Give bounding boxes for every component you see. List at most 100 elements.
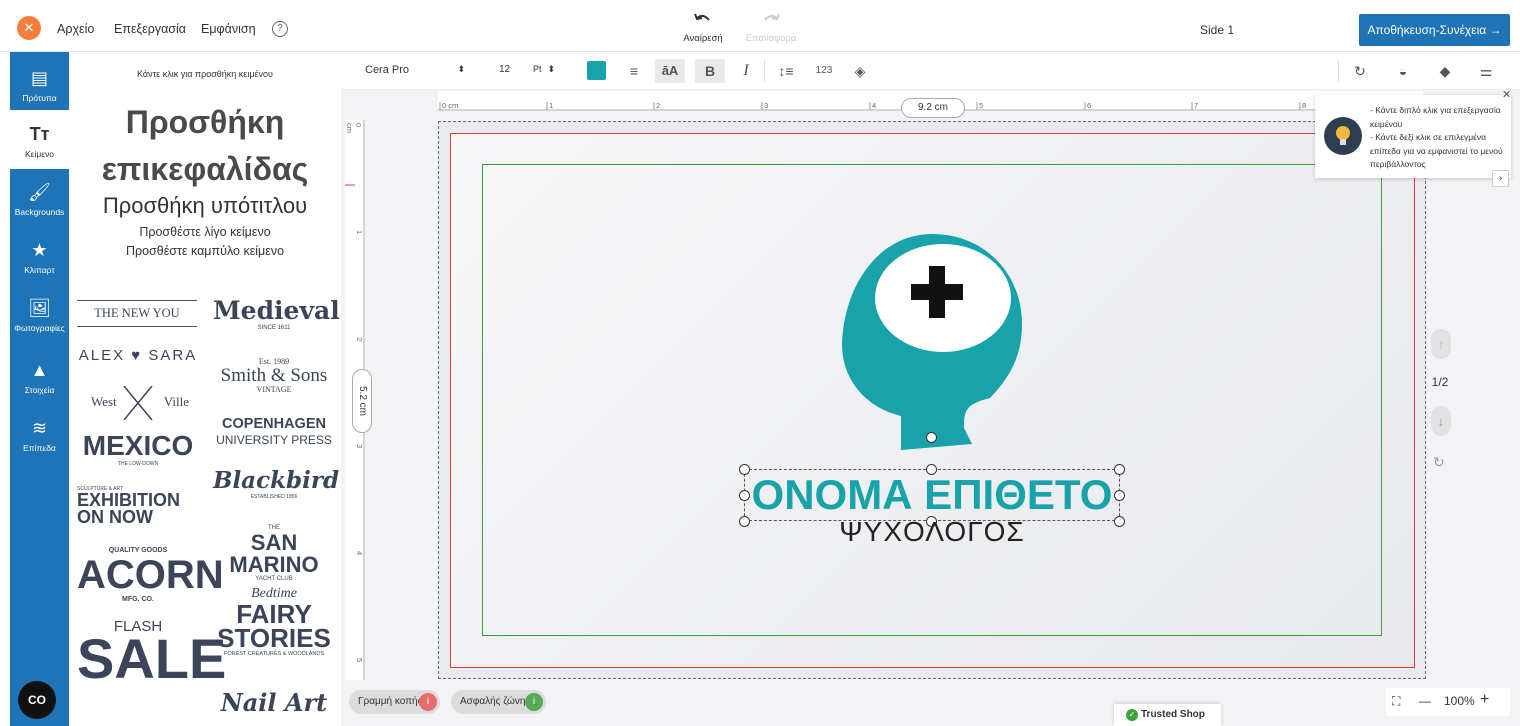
add-subtitle-button[interactable]: Προσθήκη υπότιτλου	[69, 193, 341, 219]
safe-zone-toggle[interactable]: Ασφαλής ζώνη i	[451, 690, 546, 714]
font-family-select[interactable]: Cera Pro ⬍	[365, 64, 465, 76]
line-height-icon[interactable]: ↕≡	[771, 59, 801, 83]
text-template-alex-sara[interactable]: ALEX ♥ SARA	[77, 347, 199, 364]
italic-icon[interactable]: I	[731, 59, 761, 83]
text-case-icon[interactable]: āA	[655, 59, 685, 83]
sidebar-item-elements[interactable]: ▲ Στοιχεία	[10, 358, 69, 404]
safe-zone-label: Ασφαλής ζώνη	[460, 696, 526, 707]
head-cross-logo[interactable]	[840, 232, 1025, 454]
sidebar-item-backgrounds[interactable]: 🖌 Backgrounds	[10, 178, 69, 228]
opacity-icon[interactable]: ◒	[1388, 59, 1418, 83]
text-template-medieval[interactable]: Medieval SINCE 1611	[213, 296, 340, 331]
sidebar-item-layers[interactable]: ≋ Επίπεδα	[10, 416, 69, 462]
sidebar-item-label: Επίπεδα	[23, 443, 56, 453]
letter-spacing-icon[interactable]: 123	[809, 59, 839, 83]
zoom-in-button[interactable]: +	[1480, 691, 1489, 709]
chevron-right-icon[interactable]: ›	[1492, 170, 1509, 187]
resize-handle-l[interactable]	[739, 490, 750, 501]
layers-arrange-icon[interactable]: ◆	[1430, 59, 1460, 83]
text-template-fairy-stories[interactable]: Bedtime FAIRY STORIES FOREST CREATURES &…	[213, 586, 335, 658]
add-heading-button[interactable]: Προσθήκη επικεφαλίδας	[69, 99, 341, 193]
help-icon[interactable]: ?	[272, 21, 288, 37]
star-icon: ★	[31, 240, 48, 260]
sidebar-item-label: Στοιχεία	[24, 385, 55, 395]
width-measure-tag: 9.2 cm	[901, 98, 965, 118]
sidebar-item-label: Φωτογραφίες	[14, 323, 65, 333]
align-center-icon[interactable]: ≡	[619, 59, 649, 83]
rotate-handle[interactable]	[926, 432, 937, 443]
zoom-out-button[interactable]: —	[1419, 694, 1431, 708]
bold-icon[interactable]: B	[695, 59, 725, 83]
refresh-icon[interactable]: ↻	[1433, 454, 1445, 471]
heart-icon: ♥	[131, 347, 143, 364]
sidebar-item-text[interactable]: Tт Κείμενο	[10, 110, 69, 169]
ruler-tick-label: 5	[355, 658, 364, 663]
close-icon[interactable]: ✕	[1502, 88, 1511, 101]
save-continue-button[interactable]: Αποθήκευση-Συνέχεια →	[1359, 14, 1510, 46]
text-template-newyou[interactable]: THE NEW YOU	[77, 300, 197, 327]
page-counter: 1/2	[1431, 375, 1449, 389]
tip-text: - Κάντε διπλό κλικ για επεξεργασία κειμέ…	[1370, 104, 1504, 172]
text-template-nail-art[interactable]: Nail Art	[213, 688, 335, 717]
cut-line-toggle[interactable]: Γραμμή κοπής i	[349, 690, 440, 714]
text-template-west-ville[interactable]: West Ville	[77, 386, 199, 420]
page-up-button[interactable]: ↑	[1431, 329, 1451, 359]
template-title: SAN MARINO	[229, 530, 319, 577]
text-color-swatch[interactable]	[587, 61, 606, 80]
sidebar-item-photos[interactable]: 🖼 Φωτογραφίες	[10, 296, 69, 342]
resize-handle-tr[interactable]	[1114, 464, 1125, 475]
chat-button[interactable]: CO	[18, 681, 56, 719]
template-title: MEXICO	[82, 430, 194, 461]
check-icon: ✓	[1126, 709, 1138, 721]
text-template-copenhagen[interactable]: COPENHAGEN UNIVERSITY PRESS	[213, 416, 335, 448]
text-template-exhibition[interactable]: SCULPTURE & ART EXHIBITION ON NOW	[77, 486, 199, 526]
tip-popup: - Κάντε διπλό κλικ για επεξεργασία κειμέ…	[1315, 95, 1511, 178]
template-subtitle: YACHT CLUB	[255, 576, 293, 582]
text-template-san-marino[interactable]: THE SAN MARINO YACHT CLUB	[213, 525, 335, 583]
ruler-tick-label: 8	[1302, 101, 1307, 110]
resize-handle-tl[interactable]	[739, 464, 750, 475]
close-button[interactable]: ✕	[17, 16, 41, 40]
menu-file[interactable]: Αρχείο	[57, 22, 94, 36]
redo-button[interactable]: Επανάφορά	[740, 12, 802, 44]
template-subtitle: THE LOW-DOWN	[117, 461, 159, 467]
side-label[interactable]: Side 1	[1200, 23, 1234, 37]
fill-bucket-icon[interactable]: ◈	[845, 59, 875, 83]
trusted-shop-badge[interactable]: ✓ Trusted Shop	[1114, 704, 1221, 726]
add-text-button[interactable]: Προσθέστε λίγο κείμενο	[69, 225, 341, 239]
font-size-input[interactable]: 12	[499, 64, 510, 75]
page-down-button[interactable]: ↓	[1431, 406, 1451, 436]
template-subtitle: VINTAGE	[256, 385, 292, 394]
sidebar-item-templates[interactable]: ▤ Πρότυπα	[10, 60, 69, 110]
fullscreen-icon[interactable]: ⛶	[1392, 694, 1400, 709]
rotate-icon[interactable]: ↻	[1345, 59, 1375, 83]
template-title: SALE	[77, 627, 227, 690]
template-name-2: SARA	[148, 347, 198, 364]
undo-button[interactable]: Αναίρεσή	[680, 12, 726, 44]
font-unit-select[interactable]: Pt ⬍	[533, 64, 555, 74]
cut-line-label: Γραμμή κοπής	[358, 696, 423, 707]
template-word-1: West	[91, 394, 117, 409]
text-template-blackbird[interactable]: Blackbird ESTABLISHED 1856	[213, 468, 339, 501]
ruler-tick-label: 2	[355, 337, 364, 342]
ruler-tick-label: 4	[872, 101, 877, 110]
template-title: FAIRY STORIES	[217, 599, 331, 653]
ruler-tick-label: 4	[355, 551, 364, 556]
sidebar-item-clipart[interactable]: ★ Κλιπαρτ	[10, 238, 69, 284]
ruler-tick-label: 3	[764, 101, 769, 110]
resize-handle-t[interactable]	[926, 464, 937, 475]
text-template-mexico[interactable]: MEXICO THE LOW-DOWN	[77, 430, 199, 468]
menu-view[interactable]: Εμφάνιση	[201, 22, 256, 36]
ruler-tick-label: 5	[979, 101, 984, 110]
menu-edit[interactable]: Επεξεργασία	[114, 22, 186, 36]
add-curved-text-button[interactable]: Προσθέστε καμπύλο κείμενο	[69, 244, 341, 258]
text-template-flash-sale[interactable]: FLASH SALE	[77, 619, 226, 687]
resize-handle-r[interactable]	[1114, 490, 1125, 501]
sliders-icon[interactable]: ⚌	[1471, 59, 1501, 83]
text-template-acorn[interactable]: QUALITY GOODS ACORN MFG. CO.	[77, 546, 224, 604]
format-toolbar: Cera Pro ⬍ 12 Pt ⬍ ≡ āA B I ↕≡ 123 ◈ ↻ ◒…	[341, 52, 1520, 90]
role-text-layer[interactable]: ΨΥΧΟΛΟΓΟΣ	[744, 516, 1120, 548]
template-icon: ▤	[30, 68, 48, 88]
sidebar-item-label: Backgrounds	[14, 207, 65, 217]
text-template-smith[interactable]: Est. 1989 Smith & Sons VINTAGE	[213, 357, 335, 394]
